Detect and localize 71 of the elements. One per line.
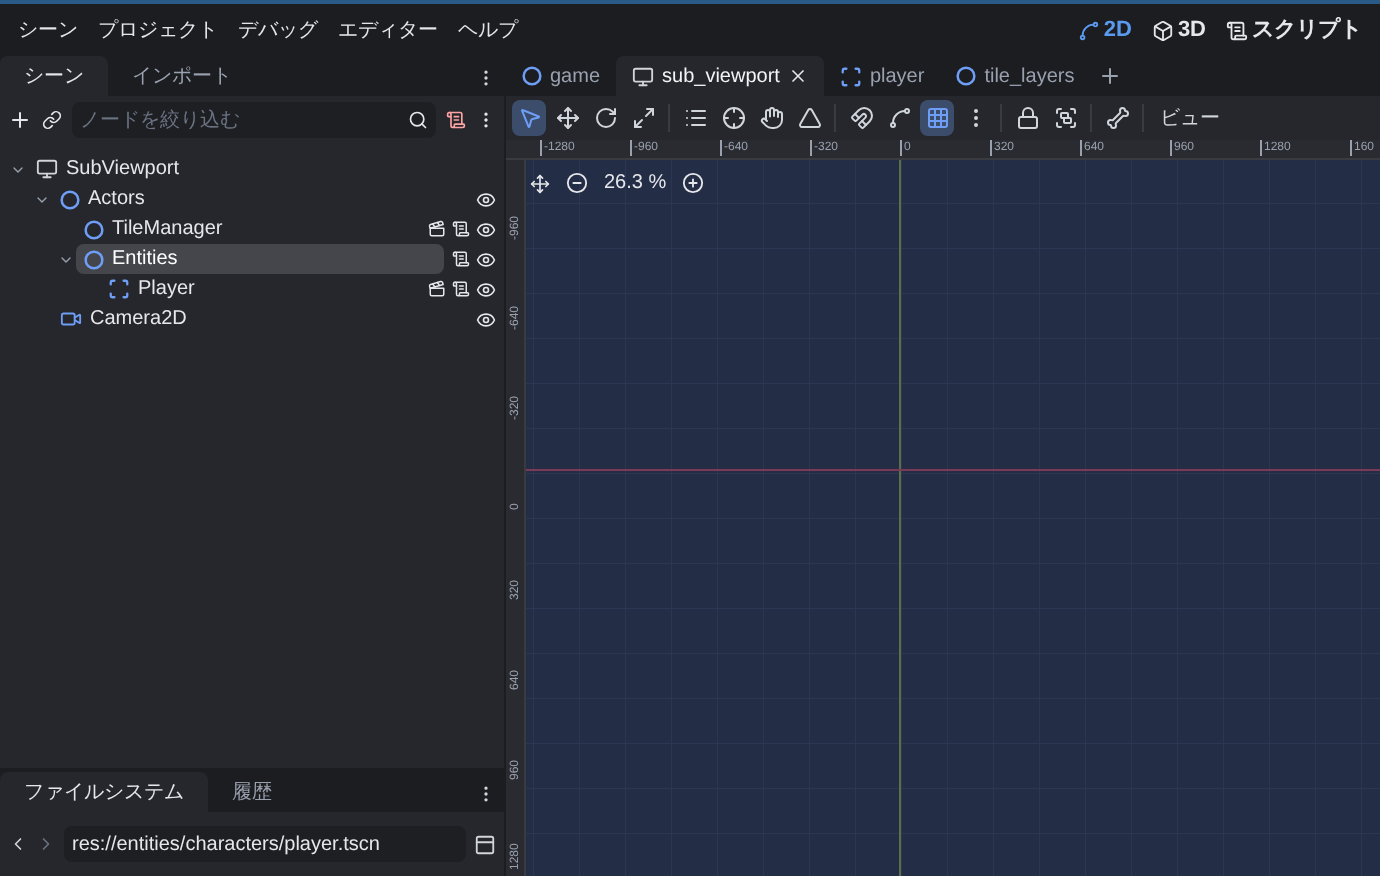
main-screen-button[interactable]: 3D: [1141, 13, 1216, 47]
pivot-icon: [721, 106, 745, 130]
menu-item[interactable]: シーン: [8, 15, 88, 45]
main-screen-button[interactable]: 2D: [1067, 13, 1142, 47]
circle-icon: [60, 189, 80, 209]
filter-field[interactable]: ノードを絞り込む: [72, 102, 436, 138]
circle-icon: [956, 66, 977, 86]
editor-tab[interactable]: game: [506, 56, 617, 96]
snap-icon: [887, 106, 911, 130]
move-icon: [555, 106, 579, 130]
magnet-icon: [849, 106, 873, 130]
editor-tab[interactable]: sub_viewport: [616, 56, 824, 96]
menu-item[interactable]: プロジェクト: [88, 15, 228, 45]
panel-icon[interactable]: [474, 833, 496, 855]
dock-tab[interactable]: 履歴: [208, 772, 296, 812]
eye-icon[interactable]: [476, 279, 496, 299]
camera-icon: [60, 308, 82, 330]
menu-item[interactable]: エディター: [328, 15, 448, 45]
eye-icon[interactable]: [476, 189, 496, 209]
script-icon[interactable]: [446, 110, 466, 130]
path-field[interactable]: res://entities/characters/player.tscn: [64, 826, 466, 862]
circle-icon: [522, 66, 542, 86]
circle-icon: [84, 219, 104, 239]
search-icon: [408, 110, 428, 130]
clapperboard-icon[interactable]: [428, 280, 446, 298]
scale-icon: [631, 106, 655, 130]
script-icon: [1226, 19, 1248, 41]
rotate-icon: [593, 106, 617, 130]
eye-icon[interactable]: [476, 249, 496, 269]
zoom-level[interactable]: 26.3 %: [604, 168, 667, 198]
view-menu-button[interactable]: ビュー: [1152, 100, 1228, 136]
eye-icon[interactable]: [476, 309, 496, 329]
sprite-icon: [108, 278, 130, 300]
bone-icon: [1105, 106, 1129, 130]
menu-item[interactable]: デバッグ: [228, 15, 328, 45]
tree-item[interactable]: Entities: [76, 244, 444, 274]
eye-icon[interactable]: [476, 219, 496, 239]
sprite-icon: [839, 65, 862, 87]
ruler-icon: [797, 106, 821, 130]
tool-button[interactable]: [512, 100, 546, 136]
dock-tab[interactable]: ファイルシステム: [0, 772, 208, 812]
tree-item[interactable]: SubViewport: [28, 154, 488, 184]
add-icon[interactable]: [8, 108, 32, 132]
dock-tab[interactable]: シーン: [0, 56, 108, 96]
2d-icon: [1077, 19, 1100, 41]
hand-icon: [759, 106, 783, 130]
link-icon[interactable]: [42, 110, 62, 130]
group-icon: [1053, 106, 1077, 130]
zoom-in-icon[interactable]: [682, 172, 705, 194]
lock-icon: [1015, 106, 1039, 130]
editor-tab[interactable]: player: [823, 56, 941, 96]
grid-icon: [925, 106, 949, 130]
tree-item[interactable]: Camera2D: [52, 304, 468, 334]
dock-tab[interactable]: インポート: [108, 56, 256, 96]
viewport-icon: [36, 158, 58, 180]
main-screen-button[interactable]: スクリプト: [1216, 13, 1372, 47]
viewport-icon: [632, 65, 655, 87]
clapperboard-icon[interactable]: [428, 220, 446, 238]
cursor-icon: [517, 106, 541, 130]
close-icon[interactable]: [787, 66, 808, 86]
tree-item[interactable]: TileManager: [76, 214, 420, 244]
menu-item[interactable]: ヘルプ: [448, 15, 528, 45]
tree-item[interactable]: Player: [100, 274, 420, 304]
zoom-out-icon[interactable]: [566, 172, 588, 194]
circle-icon: [84, 249, 104, 269]
editor-tab[interactable]: tile_layers: [940, 56, 1091, 96]
tree-item[interactable]: Actors: [52, 184, 468, 214]
tool-button[interactable]: [920, 100, 954, 136]
add-tab-icon[interactable]: [1098, 64, 1123, 88]
pan-icon[interactable]: [530, 173, 550, 193]
3d-icon: [1151, 19, 1174, 41]
